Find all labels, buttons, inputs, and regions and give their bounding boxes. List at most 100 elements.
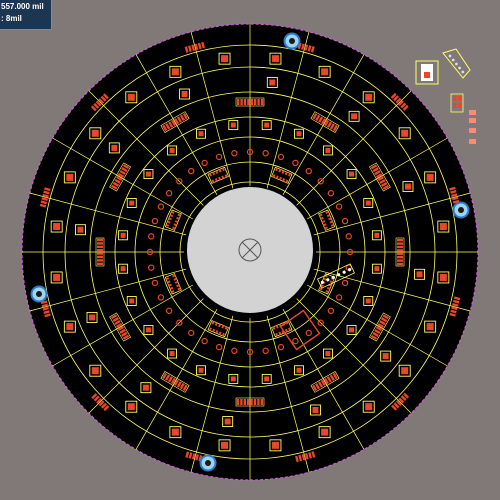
resistor-pad — [97, 245, 103, 248]
led-footprint-copper — [221, 55, 229, 63]
led-footprint-copper — [89, 314, 96, 321]
mounting-hole-drill — [458, 207, 464, 213]
resistor-pad — [97, 249, 103, 252]
resistor-pad — [97, 259, 103, 262]
led-footprint-copper — [171, 68, 179, 76]
resistor-pad — [97, 242, 103, 245]
led-footprint-copper — [401, 129, 409, 137]
resistor-pad — [260, 399, 263, 405]
smd-pad — [469, 118, 476, 123]
mounting-hole — [30, 285, 48, 303]
led-footprint-copper — [169, 351, 175, 357]
resistor-pad — [247, 99, 250, 105]
led-footprint-copper — [230, 376, 236, 382]
led-footprint-copper — [127, 93, 135, 101]
resistor-pad — [240, 99, 243, 105]
led-footprint-copper — [221, 441, 229, 449]
led-footprint-copper — [349, 171, 355, 177]
led-footprint-copper — [53, 273, 61, 281]
resistor-pad — [97, 238, 103, 242]
led-footprint-copper — [439, 223, 447, 231]
led-footprint-copper — [142, 384, 149, 391]
header-pin — [448, 54, 452, 58]
led-footprint-copper — [120, 232, 126, 238]
resistor-pad — [397, 239, 403, 242]
resistor-pad — [458, 96, 462, 101]
led-footprint-copper — [145, 171, 151, 177]
led-footprint-copper — [269, 79, 276, 86]
led-footprint-copper — [325, 147, 331, 153]
led-footprint-copper — [91, 367, 99, 375]
smd-pad — [469, 128, 476, 133]
led-footprint-copper — [145, 327, 151, 333]
mounting-hole-drill — [36, 291, 42, 297]
header-pin — [461, 70, 465, 74]
resistor-pad — [397, 242, 403, 245]
resistor-pad — [243, 99, 247, 105]
resistor-pad — [397, 256, 403, 259]
resistor-pad — [257, 399, 260, 405]
resistor-pad — [243, 399, 246, 405]
led-footprint-copper — [271, 441, 279, 449]
resistor-pad — [236, 399, 240, 405]
header-pin — [451, 58, 455, 62]
led-footprint-copper — [426, 173, 434, 181]
resistor-pad — [397, 252, 403, 255]
led-footprint-copper — [66, 173, 74, 181]
led-footprint-copper — [321, 68, 329, 76]
smd-pad — [469, 110, 476, 115]
led-footprint-copper — [181, 91, 188, 98]
led-footprint-copper — [120, 266, 126, 272]
resistor-pad — [397, 259, 403, 262]
resistor-pad — [250, 399, 253, 405]
led-footprint-copper — [230, 122, 236, 128]
led-footprint-copper — [129, 200, 135, 206]
led-footprint-copper — [365, 200, 371, 206]
led-footprint-copper — [66, 323, 74, 331]
led-footprint-copper — [53, 223, 61, 231]
led-footprint-copper — [296, 367, 302, 373]
resistor-pad — [97, 255, 103, 259]
led-footprint-copper — [312, 406, 319, 413]
led-footprint-copper — [382, 353, 389, 360]
led-footprint-copper — [296, 131, 302, 137]
offboard-connector — [415, 60, 439, 85]
connector-pad — [424, 72, 430, 78]
led-footprint-copper — [111, 144, 118, 151]
offboard-header — [442, 48, 471, 79]
resistor-pad — [253, 399, 257, 405]
led-footprint-copper — [169, 147, 175, 153]
resistor-pad — [453, 96, 457, 101]
led-footprint-copper — [351, 113, 358, 120]
mounting-hole — [199, 454, 217, 472]
resistor-pad — [260, 99, 264, 105]
led-footprint-copper — [365, 298, 371, 304]
header-pin — [458, 66, 461, 70]
smd-pad — [469, 139, 476, 144]
led-footprint-copper — [271, 55, 279, 63]
led-footprint-copper — [365, 403, 373, 411]
pcb-canvas[interactable] — [0, 0, 500, 500]
resistor-pad — [250, 99, 253, 105]
led-footprint-copper — [325, 351, 331, 357]
mounting-hole — [452, 201, 470, 219]
resistor-pad — [247, 399, 250, 405]
led-footprint-copper — [374, 232, 380, 238]
resistor-pad — [97, 262, 103, 265]
resistor-pad — [237, 99, 240, 105]
led-footprint-copper — [224, 418, 231, 425]
led-footprint-copper — [77, 226, 84, 233]
grid-readout: : 8mil — [1, 14, 22, 23]
led-footprint-copper — [127, 403, 135, 411]
led-footprint-copper — [349, 327, 355, 333]
resistor-pad — [458, 103, 462, 108]
mounting-hole-drill — [289, 38, 295, 44]
header-pin — [455, 62, 458, 66]
led-footprint-copper — [91, 129, 99, 137]
coordinate-hud: 557.000 mil : 8mil — [0, 0, 52, 30]
led-footprint-copper — [404, 183, 411, 190]
resistor-pad — [257, 99, 260, 105]
resistor-pad — [397, 262, 403, 266]
led-footprint-copper — [426, 323, 434, 331]
resistor-pad — [453, 103, 457, 108]
